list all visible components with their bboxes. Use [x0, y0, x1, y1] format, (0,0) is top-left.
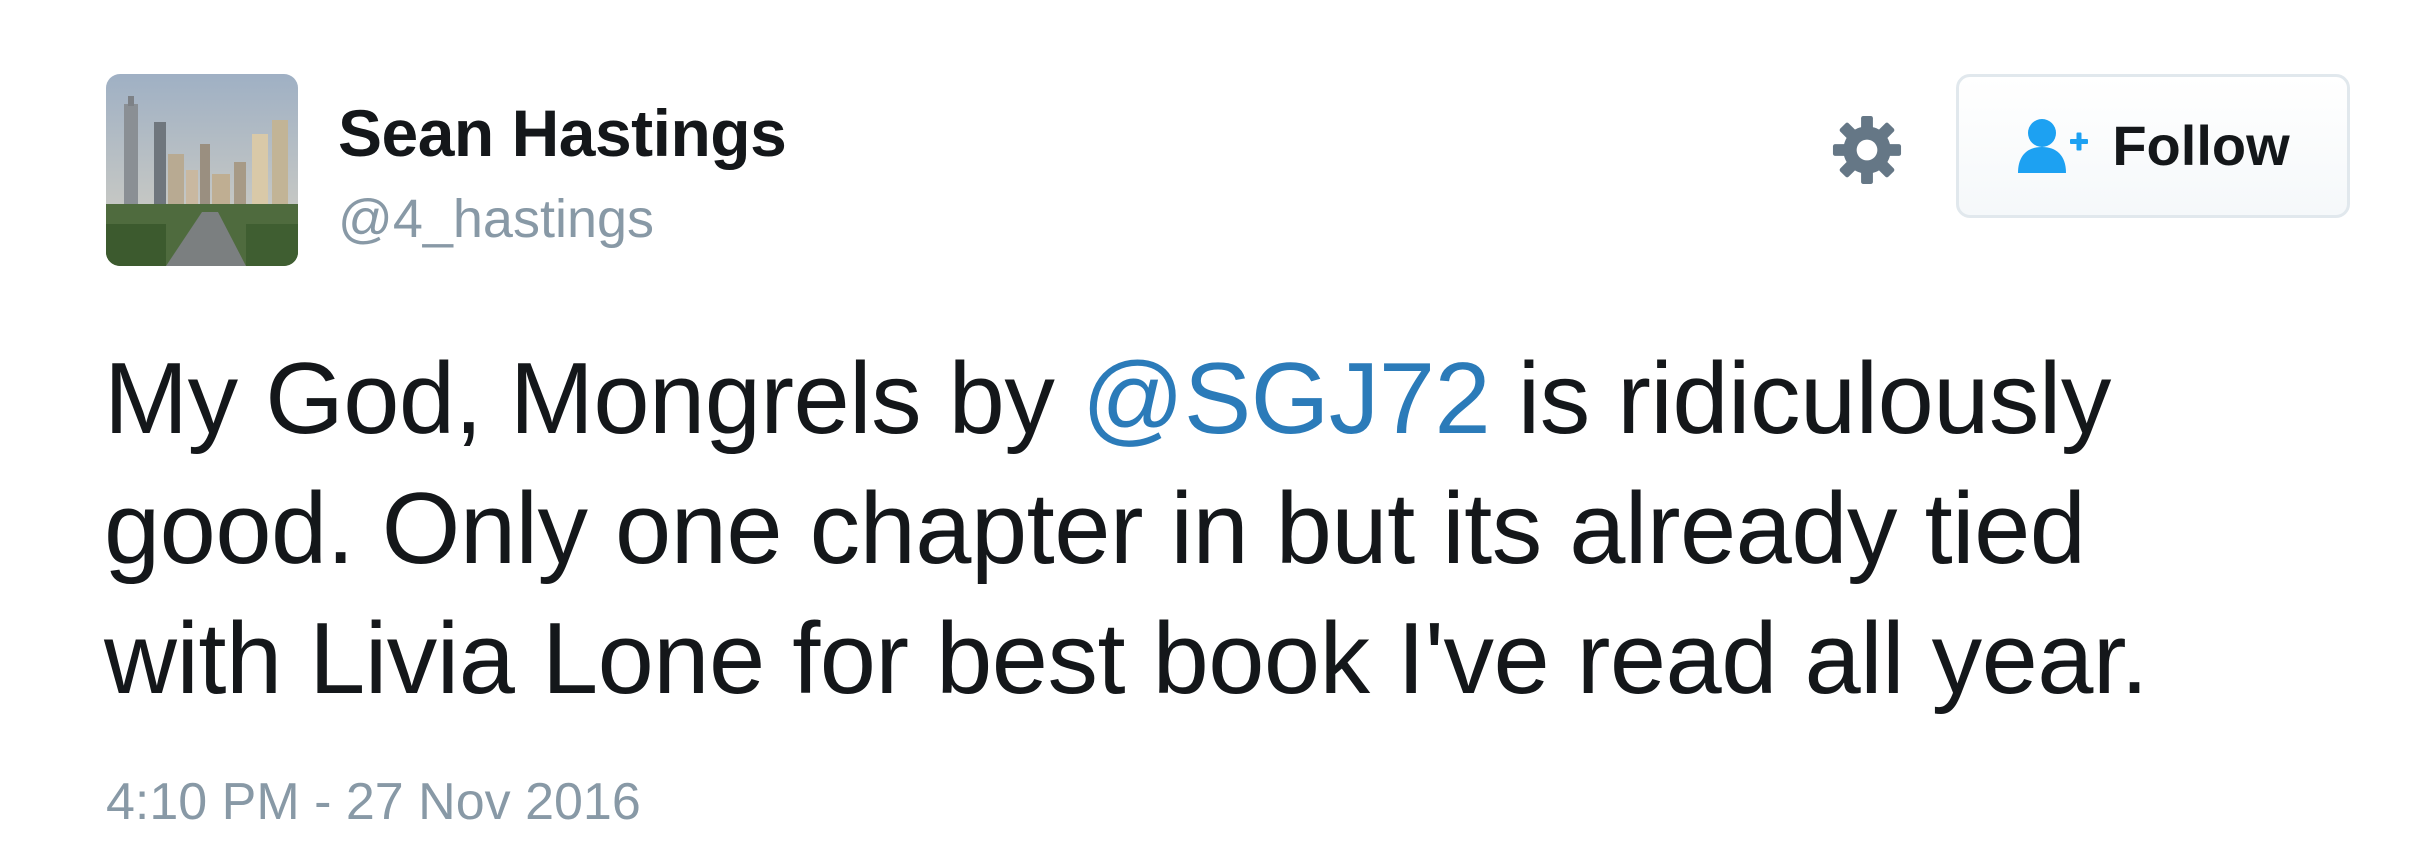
tweet-card: Sean Hastings @4_hastings Follow My God,…	[0, 0, 2434, 864]
tweet-text: My God, Mongrels by @SGJ72 is ridiculous…	[104, 334, 2364, 724]
author-handle[interactable]: @4_hastings	[338, 192, 654, 246]
add-user-icon	[2016, 117, 2090, 175]
tweet-text-segment: My God, Mongrels by	[104, 343, 1082, 455]
tweet-text-line-3: with Livia Lone for best book I've read …	[104, 603, 2149, 715]
tweet-text-line-2: good. Only one chapter in but its alread…	[104, 473, 2086, 585]
avatar[interactable]	[106, 74, 298, 266]
gear-icon[interactable]	[1830, 113, 1904, 187]
mention-link[interactable]: @SGJ72	[1082, 343, 1491, 455]
tweet-text-line-1: My God, Mongrels by @SGJ72 is ridiculous…	[104, 334, 2364, 464]
author-display-name[interactable]: Sean Hastings	[338, 100, 787, 166]
follow-button[interactable]: Follow	[1956, 74, 2350, 218]
tweet-text-segment: is ridiculously	[1490, 343, 2112, 455]
city-skyline-avatar	[106, 74, 298, 266]
follow-label: Follow	[2112, 114, 2290, 177]
tweet-timestamp[interactable]: 4:10 PM - 27 Nov 2016	[106, 776, 641, 828]
